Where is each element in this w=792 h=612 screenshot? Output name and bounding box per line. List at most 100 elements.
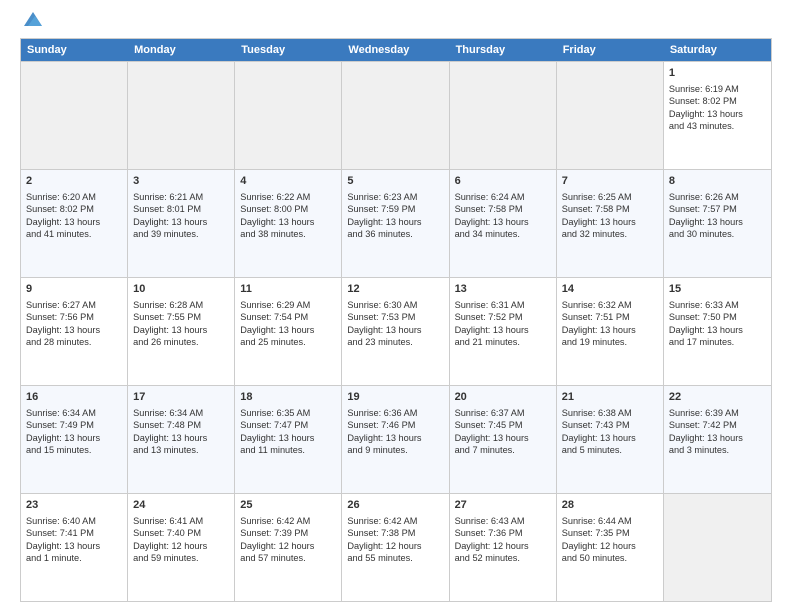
day-info-line: Sunset: 7:54 PM xyxy=(240,311,336,323)
day-info-line: Sunrise: 6:32 AM xyxy=(562,299,658,311)
day-number: 24 xyxy=(133,498,229,513)
day-number: 4 xyxy=(240,174,336,189)
day-info-line: and 34 minutes. xyxy=(455,228,551,240)
day-info-line: Sunset: 8:02 PM xyxy=(26,203,122,215)
day-cell-20: 20Sunrise: 6:37 AMSunset: 7:45 PMDayligh… xyxy=(450,386,557,493)
day-info-line: Sunset: 7:56 PM xyxy=(26,311,122,323)
day-number: 25 xyxy=(240,498,336,513)
day-info-line: Sunrise: 6:40 AM xyxy=(26,515,122,527)
day-info-line: Daylight: 13 hours xyxy=(562,324,658,336)
day-number: 13 xyxy=(455,282,551,297)
day-info-line: Sunrise: 6:28 AM xyxy=(133,299,229,311)
day-info-line: Daylight: 13 hours xyxy=(240,432,336,444)
day-number: 27 xyxy=(455,498,551,513)
day-info-line: and 39 minutes. xyxy=(133,228,229,240)
day-info-line: and 15 minutes. xyxy=(26,444,122,456)
day-number: 21 xyxy=(562,390,658,405)
day-info-line: Sunrise: 6:36 AM xyxy=(347,407,443,419)
day-info-line: Sunrise: 6:41 AM xyxy=(133,515,229,527)
day-cell-28: 28 Sunrise: 6:44 AMSunset: 7:35 PMDayligh… xyxy=(557,494,664,601)
day-info-line: Sunrise: 6:20 AM xyxy=(26,191,122,203)
day-cell-2: 2Sunrise: 6:20 AMSunset: 8:02 PMDaylight… xyxy=(21,170,128,277)
day-info-line: and 3 minutes. xyxy=(669,444,766,456)
day-number: 12 xyxy=(347,282,443,297)
day-info-line: Sunset: 7:55 PM xyxy=(133,311,229,323)
day-number: 28 xyxy=(562,498,658,513)
day-info-line: Sunrise: 6:26 AM xyxy=(669,191,766,203)
day-info-line: and 23 minutes. xyxy=(347,336,443,348)
day-number: 22 xyxy=(669,390,766,405)
day-info-line: Daylight: 13 hours xyxy=(669,216,766,228)
day-cell-21: 21Sunrise: 6:38 AMSunset: 7:43 PMDayligh… xyxy=(557,386,664,493)
day-number: 5 xyxy=(347,174,443,189)
day-info-line: and 19 minutes. xyxy=(562,336,658,348)
day-info-line: and 43 minutes. xyxy=(669,120,766,132)
day-info-line: Daylight: 13 hours xyxy=(562,216,658,228)
day-info-line: and 1 minute. xyxy=(26,552,122,564)
day-info-line: Sunrise: 6:43 AM xyxy=(455,515,551,527)
empty-cell xyxy=(342,62,449,169)
day-number: 8 xyxy=(669,174,766,189)
day-info-line: Sunrise: 6:30 AM xyxy=(347,299,443,311)
day-number: 9 xyxy=(26,282,122,297)
day-info-line: Daylight: 12 hours xyxy=(133,540,229,552)
day-info-line: Sunrise: 6:21 AM xyxy=(133,191,229,203)
day-info-line: Sunset: 7:45 PM xyxy=(455,419,551,431)
day-cell-3: 3Sunrise: 6:21 AMSunset: 8:01 PMDaylight… xyxy=(128,170,235,277)
day-info-line: Daylight: 13 hours xyxy=(26,324,122,336)
empty-cell xyxy=(664,494,771,601)
day-info-line: Sunset: 7:41 PM xyxy=(26,527,122,539)
day-info-line: Daylight: 13 hours xyxy=(455,324,551,336)
day-info-line: and 32 minutes. xyxy=(562,228,658,240)
day-info-line: Sunrise: 6:25 AM xyxy=(562,191,658,203)
day-info-line: Sunrise: 6:22 AM xyxy=(240,191,336,203)
day-cell-16: 16Sunrise: 6:34 AMSunset: 7:49 PMDayligh… xyxy=(21,386,128,493)
day-info-line: Sunset: 7:51 PM xyxy=(562,311,658,323)
day-cell-5: 5Sunrise: 6:23 AMSunset: 7:59 PMDaylight… xyxy=(342,170,449,277)
day-info-line: Sunset: 7:38 PM xyxy=(347,527,443,539)
empty-cell xyxy=(450,62,557,169)
day-info-line: Sunrise: 6:38 AM xyxy=(562,407,658,419)
day-info-line: and 59 minutes. xyxy=(133,552,229,564)
day-info-line: Sunset: 7:58 PM xyxy=(562,203,658,215)
day-number: 7 xyxy=(562,174,658,189)
day-cell-17: 17Sunrise: 6:34 AMSunset: 7:48 PMDayligh… xyxy=(128,386,235,493)
day-info-line: Daylight: 13 hours xyxy=(26,432,122,444)
empty-cell xyxy=(21,62,128,169)
day-info-line: Sunrise: 6:44 AM xyxy=(562,515,658,527)
calendar-row-1: 2 Sunrise: 6:20 AMSunset: 8:02 PM Daylight… xyxy=(21,169,771,277)
day-info-line: Daylight: 13 hours xyxy=(133,324,229,336)
day-info-line: Daylight: 13 hours xyxy=(240,324,336,336)
day-info-line: and 55 minutes. xyxy=(347,552,443,564)
weekday-header-wednesday: Wednesday xyxy=(342,39,449,61)
day-info-line: and 13 minutes. xyxy=(133,444,229,456)
day-info-line: and 7 minutes. xyxy=(455,444,551,456)
day-info-line: Sunset: 7:58 PM xyxy=(455,203,551,215)
day-info-line: Sunset: 7:35 PM xyxy=(562,527,658,539)
day-info-line: Daylight: 13 hours xyxy=(455,216,551,228)
day-info-line: Sunset: 7:40 PM xyxy=(133,527,229,539)
day-cell-12: 12 Sunrise: 6:30 AMSunset: 7:53 PMDayligh… xyxy=(342,278,449,385)
day-number: 2 xyxy=(26,174,122,189)
day-info-line: and 50 minutes. xyxy=(562,552,658,564)
day-info-line: Sunrise: 6:34 AM xyxy=(26,407,122,419)
weekday-header-saturday: Saturday xyxy=(664,39,771,61)
day-cell-23: 23Sunrise: 6:40 AMSunset: 7:41 PMDayligh… xyxy=(21,494,128,601)
calendar: SundayMondayTuesdayWednesdayThursdayFrid… xyxy=(20,38,772,602)
day-info-line: Sunrise: 6:23 AM xyxy=(347,191,443,203)
day-info-line: Daylight: 13 hours xyxy=(26,540,122,552)
empty-cell xyxy=(235,62,342,169)
day-info-line: Daylight: 13 hours xyxy=(133,216,229,228)
weekday-header-sunday: Sunday xyxy=(21,39,128,61)
calendar-row-3: 16Sunrise: 6:34 AMSunset: 7:49 PMDayligh… xyxy=(21,385,771,493)
day-info-line: Daylight: 13 hours xyxy=(347,216,443,228)
day-cell-26: 26Sunrise: 6:42 AMSunset: 7:38 PMDayligh… xyxy=(342,494,449,601)
day-info-line: Sunrise: 6:31 AM xyxy=(455,299,551,311)
day-info-line: Daylight: 13 hours xyxy=(347,324,443,336)
day-info-line: and 36 minutes. xyxy=(347,228,443,240)
day-info-line: Sunset: 8:02 PM xyxy=(669,95,766,107)
day-info-line: Daylight: 12 hours xyxy=(562,540,658,552)
day-info-line: Sunset: 8:00 PM xyxy=(240,203,336,215)
day-info-line: Sunset: 7:53 PM xyxy=(347,311,443,323)
weekday-header-friday: Friday xyxy=(557,39,664,61)
